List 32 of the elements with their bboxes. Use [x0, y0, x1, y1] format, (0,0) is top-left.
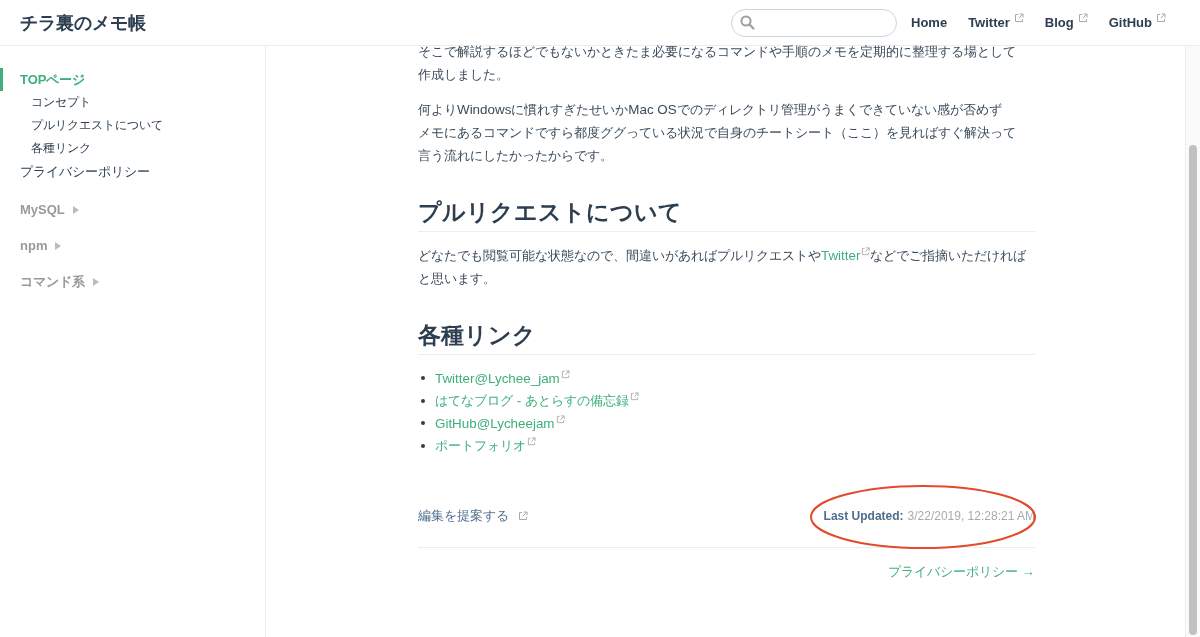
nav-link[interactable]: Blog [1044, 15, 1074, 30]
last-updated-label: Last Updated: [823, 509, 904, 523]
scrollbar[interactable] [1185, 46, 1200, 637]
sidebar-sublink[interactable]: 各種リンク [0, 137, 265, 160]
paragraph: そこで解説するほどでもないかときたま必要になるコマンドや手順のメモを定期的に整理する場として 作成しました。 [418, 43, 1017, 84]
nav-link[interactable]: GitHub [1108, 15, 1152, 30]
external-link-icon [518, 511, 528, 521]
paragraph: どなたでも閲覧可能な状態なので、間違いがあればプルリクエストやTwitter などでご指摘いただければと思います。 [418, 246, 1028, 288]
bullet-icon [421, 398, 425, 403]
sidebar-sublink[interactable]: プルリクエストについて [0, 114, 265, 137]
nav-link[interactable]: Home [911, 15, 948, 30]
external-link-icon [1013, 13, 1024, 23]
external-link-icon [629, 391, 639, 401]
sidebar-sublink[interactable]: コンセプト [0, 91, 265, 114]
nav-link[interactable]: Twitter [968, 15, 1010, 30]
external-link-icon [527, 436, 536, 446]
site-title[interactable]: チラ裏のメモ帳 [20, 10, 146, 35]
external-link-icon [555, 415, 565, 425]
section-heading: 各種リンク [418, 320, 1035, 355]
sidebar-link[interactable]: プライバシーポリシー [0, 160, 265, 183]
bullet-icon [421, 443, 425, 448]
scrollbar-thumb[interactable] [1189, 145, 1197, 635]
bullet-icon [421, 376, 425, 381]
paragraph: 何よりWindowsに慣れすぎたせいかMac OSでのディレクトリ管理がうまくできていない感が否めず メモにあるコマンドですら都度ググっている状況で自身のチートシート（ここ）を見ればすぐ解決って 言う流れにしたかったからです。 [418, 101, 1017, 165]
external-link-icon [861, 247, 871, 256]
search-icon [740, 15, 755, 30]
bullet-icon [421, 421, 425, 426]
external-link-icon [1077, 13, 1088, 23]
external-link-icon [1156, 13, 1166, 23]
section-heading: プルリクエストについて [418, 197, 1035, 232]
external-link-icon [560, 370, 570, 380]
edit-link[interactable]: 編集を提案する [418, 507, 509, 525]
